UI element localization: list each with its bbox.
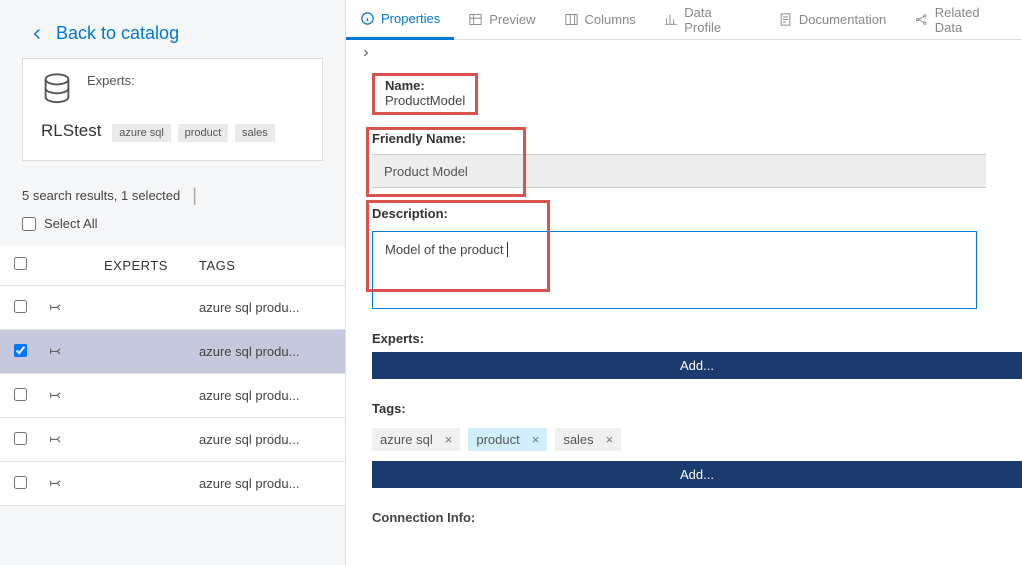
table-header-row: EXPERTS TAGS: [0, 245, 345, 286]
back-link-label: Back to catalog: [56, 23, 179, 44]
description-value: Model of the product: [385, 242, 504, 257]
card-tag[interactable]: sales: [235, 124, 275, 142]
tab-label: Related Data: [935, 5, 1008, 35]
row-checkbox[interactable]: [14, 476, 27, 489]
table-row[interactable]: azure sql produ...: [0, 418, 345, 462]
connection-info-label: Connection Info:: [372, 510, 1022, 525]
tab-documentation[interactable]: Documentation: [764, 0, 900, 39]
row-tags: azure sql produ...: [191, 418, 345, 462]
table-row[interactable]: azure sql produ...: [0, 286, 345, 330]
pin-icon[interactable]: [48, 390, 64, 405]
remove-tag-icon[interactable]: ×: [445, 432, 453, 447]
right-panel: Properties Preview Columns Data Profile …: [346, 0, 1022, 565]
tabs-bar: Properties Preview Columns Data Profile …: [346, 0, 1022, 40]
tag-pill[interactable]: azure sql ×: [372, 428, 460, 451]
table-row[interactable]: azure sql produ...: [0, 330, 345, 374]
tags-row: azure sql × product × sales ×: [372, 428, 1022, 451]
arrow-left-icon: [28, 25, 46, 43]
table-row[interactable]: azure sql produ...: [0, 374, 345, 418]
friendly-name-field: Friendly Name: Product Model: [372, 131, 1022, 188]
friendly-label: Friendly Name:: [372, 131, 1022, 146]
select-all-label: Select All: [44, 216, 97, 231]
row-checkbox[interactable]: [14, 388, 27, 401]
chart-icon: [664, 12, 678, 27]
description-label: Description:: [372, 206, 1022, 221]
results-text: 5 search results, 1 selected: [22, 188, 180, 203]
results-table: EXPERTS TAGS azure sql produ... azure sq…: [0, 245, 345, 506]
description-input[interactable]: Model of the product: [372, 231, 977, 309]
card-tag[interactable]: product: [178, 124, 229, 142]
tags-label: Tags:: [372, 401, 1022, 416]
friendly-name-input[interactable]: Product Model: [372, 154, 986, 188]
pin-icon[interactable]: [48, 478, 64, 493]
remove-tag-icon[interactable]: ×: [532, 432, 540, 447]
name-field: Name: ProductModel: [372, 73, 1022, 115]
table-row[interactable]: azure sql produ...: [0, 462, 345, 506]
description-field: Description: Model of the product: [372, 206, 1022, 309]
tag-text: azure sql: [380, 432, 433, 447]
highlight-name: Name: ProductModel: [372, 73, 478, 115]
experts-label: Experts:: [372, 331, 1022, 346]
card-asset-name: RLStest azure sql product sales: [41, 121, 304, 142]
select-all-checkbox[interactable]: [22, 217, 36, 231]
card-top: Experts:: [41, 73, 304, 111]
select-all-row[interactable]: Select All: [0, 216, 345, 245]
add-tag-button[interactable]: Add...: [372, 461, 1022, 488]
remove-tag-icon[interactable]: ×: [606, 432, 614, 447]
info-icon: [360, 11, 375, 26]
doc-icon: [778, 12, 793, 27]
columns-icon: [564, 12, 579, 27]
tab-label: Documentation: [799, 12, 886, 27]
preview-icon: [468, 12, 483, 27]
row-tags: azure sql produ...: [191, 374, 345, 418]
friendly-value: Product Model: [384, 164, 468, 179]
tab-data-profile[interactable]: Data Profile: [650, 0, 764, 39]
pin-icon[interactable]: [48, 346, 64, 361]
header-experts[interactable]: EXPERTS: [96, 245, 191, 286]
tab-label: Properties: [381, 11, 440, 26]
tab-columns[interactable]: Columns: [550, 0, 650, 39]
card-name-text: RLStest: [41, 121, 101, 140]
row-tags: azure sql produ...: [191, 462, 345, 506]
name-value: ProductModel: [385, 93, 465, 108]
row-tags: azure sql produ...: [191, 286, 345, 330]
header-checkbox[interactable]: [14, 257, 27, 270]
pin-icon[interactable]: [48, 302, 64, 317]
row-checkbox[interactable]: [14, 432, 27, 445]
pin-icon[interactable]: [48, 434, 64, 449]
tag-text: product: [476, 432, 519, 447]
row-checkbox[interactable]: [14, 300, 27, 313]
tab-preview[interactable]: Preview: [454, 0, 549, 39]
row-checkbox[interactable]: [14, 344, 27, 357]
tag-pill[interactable]: sales ×: [555, 428, 621, 451]
tab-related-data[interactable]: Related Data: [900, 0, 1022, 39]
tab-label: Data Profile: [684, 5, 750, 35]
divider: |: [192, 185, 197, 206]
database-icon: [41, 73, 73, 111]
header-tags[interactable]: TAGS: [191, 245, 345, 286]
left-panel: Back to catalog Experts: RLStest azure s…: [0, 0, 346, 565]
card-experts-label: Experts:: [87, 73, 135, 111]
tab-label: Preview: [489, 12, 535, 27]
results-summary: 5 search results, 1 selected |: [0, 177, 345, 216]
tab-label: Columns: [585, 12, 636, 27]
expand-chevron[interactable]: [346, 40, 1022, 69]
tab-properties[interactable]: Properties: [346, 0, 454, 40]
back-to-catalog-link[interactable]: Back to catalog: [0, 0, 345, 58]
related-icon: [914, 12, 928, 27]
tag-pill[interactable]: product ×: [468, 428, 547, 451]
asset-card: Experts: RLStest azure sql product sales: [22, 58, 323, 161]
tag-text: sales: [563, 432, 593, 447]
chevron-right-icon: [360, 46, 372, 60]
add-expert-button[interactable]: Add...: [372, 352, 1022, 379]
card-tag[interactable]: azure sql: [112, 124, 171, 142]
name-label: Name:: [385, 78, 465, 93]
row-tags: azure sql produ...: [191, 330, 345, 374]
